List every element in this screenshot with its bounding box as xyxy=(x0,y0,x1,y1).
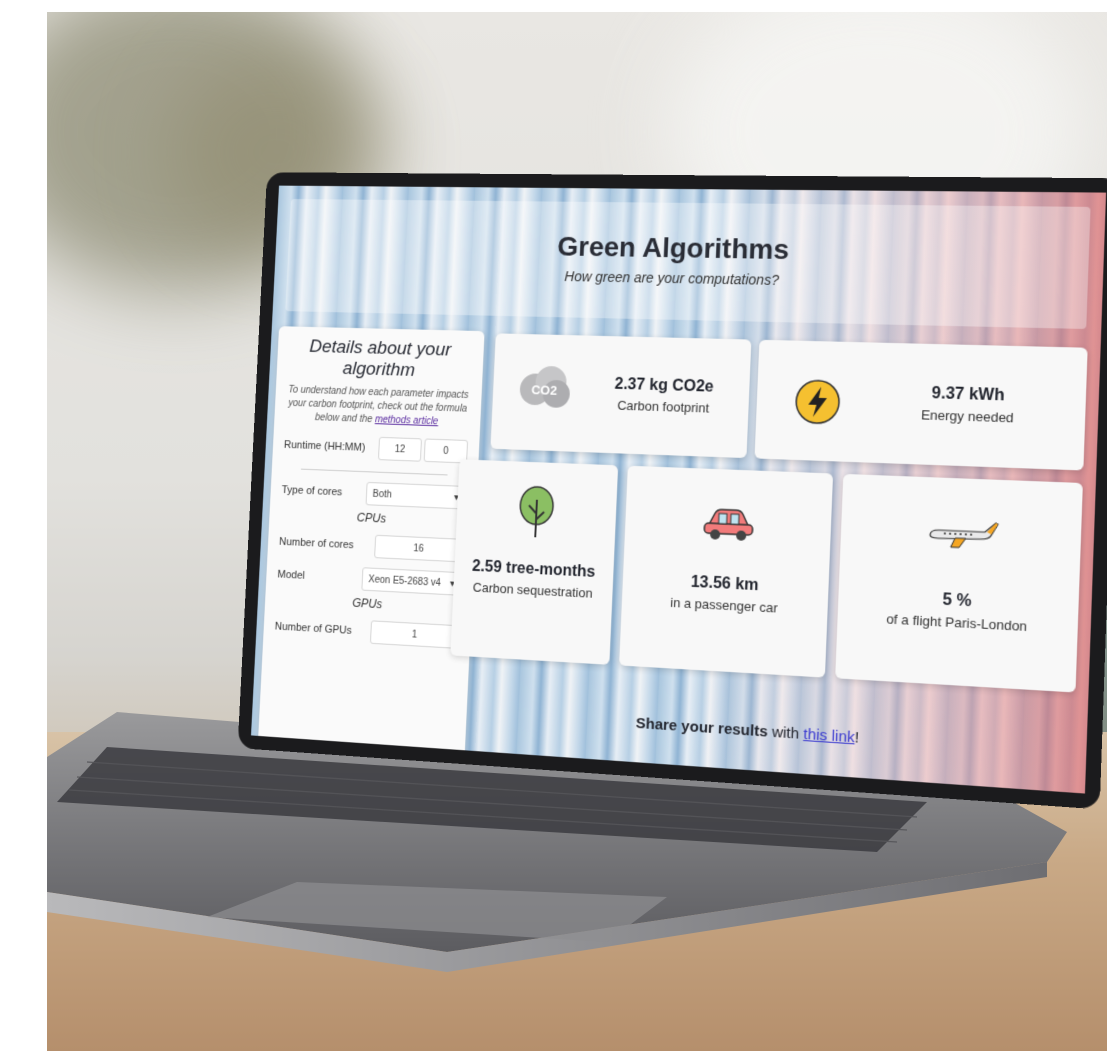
carbon-label: Carbon footprint xyxy=(616,397,710,416)
model-select[interactable]: Xeon E5-2683 v4 ▾ xyxy=(361,567,462,596)
page-title: Green Algorithms xyxy=(556,230,790,266)
details-panel: Details about your algorithm To understa… xyxy=(257,326,485,764)
gpus-heading: GPUs xyxy=(352,595,383,612)
tree-months-card: 2.59 tree-months Carbon sequestration xyxy=(450,459,619,665)
share-results: Share your results with this link! xyxy=(533,708,968,754)
tree-icon xyxy=(515,485,558,540)
trees-label: Carbon sequestration xyxy=(472,579,593,601)
details-intro: To understand how each parameter impacts… xyxy=(285,384,470,431)
num-cores-label: Number of cores xyxy=(278,536,354,552)
share-link[interactable]: this link xyxy=(803,726,855,747)
energy-label: Energy needed xyxy=(920,407,1014,426)
model-row: Model Xeon E5-2683 v4 ▾ xyxy=(277,563,462,596)
cores-type-value: Both xyxy=(372,488,392,500)
photo-background: Green Algorithms How green are your comp… xyxy=(47,12,1107,1051)
page-header: Green Algorithms How green are your comp… xyxy=(285,198,1091,330)
share-middle: with xyxy=(771,723,800,743)
energy-card: 9.37 kWh Energy needed xyxy=(754,339,1088,471)
co2-cloud-icon: CO2 xyxy=(519,365,571,409)
cores-type-select[interactable]: Both ▾ xyxy=(365,481,466,510)
divider xyxy=(300,468,448,476)
energy-value: 9.37 kWh xyxy=(931,384,1005,405)
co2-icon-text: CO2 xyxy=(531,383,557,398)
carbon-footprint-card: CO2 2.37 kg CO2e Carbon footprint xyxy=(490,333,752,459)
model-label: Model xyxy=(277,568,306,582)
share-prefix: Share your results xyxy=(635,714,769,741)
num-cores-input[interactable]: 16 xyxy=(374,534,464,563)
flight-card: 5 % of a flight Paris-London xyxy=(835,473,1083,693)
num-cores-row: Number of cores 16 xyxy=(278,530,464,563)
num-gpus-input[interactable]: 1 xyxy=(369,620,460,649)
cores-type-row: Type of cores Both ▾ xyxy=(281,478,466,510)
runtime-hours-input[interactable]: 12 xyxy=(377,436,422,462)
laptop-screen: Green Algorithms How green are your comp… xyxy=(237,172,1107,810)
num-gpus-label: Number of GPUs xyxy=(274,620,352,637)
num-gpus-row: Number of GPUs 1 xyxy=(274,615,460,649)
car-distance-card: 13.56 km in a passenger car xyxy=(619,465,834,678)
lightning-bolt-icon xyxy=(794,379,841,425)
car-icon xyxy=(702,503,756,541)
model-value: Xeon E5-2683 v4 xyxy=(368,573,442,589)
runtime-label: Runtime (HH:MM) xyxy=(283,439,366,454)
cpus-heading: CPUs xyxy=(356,510,387,526)
airplane-icon xyxy=(925,518,1000,552)
share-suffix: ! xyxy=(854,728,860,747)
green-algorithms-webpage: Green Algorithms How green are your comp… xyxy=(250,185,1107,794)
details-title: Details about your algorithm xyxy=(308,336,452,381)
cores-type-label: Type of cores xyxy=(281,484,343,499)
carbon-value: 2.37 kg CO2e xyxy=(614,375,715,396)
methods-article-link[interactable]: methods article xyxy=(375,414,439,427)
runtime-row: Runtime (HH:MM) 12 0 xyxy=(283,433,469,464)
